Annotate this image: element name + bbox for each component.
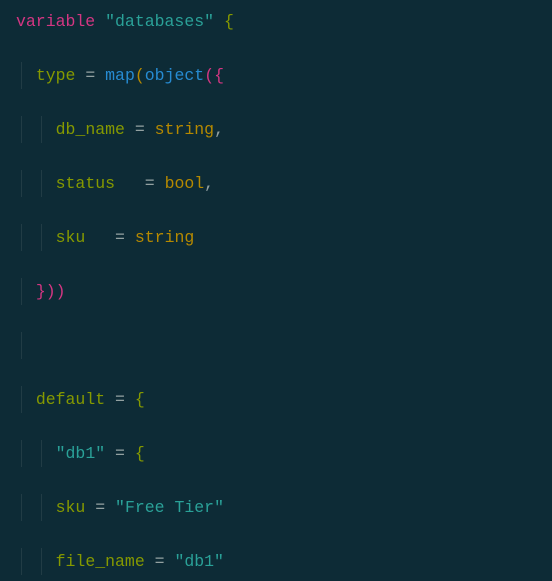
close-brace-paren: })) xyxy=(36,282,66,301)
code-line[interactable]: variable "databases" { xyxy=(16,8,552,35)
attr-status: status xyxy=(56,174,115,193)
attr-type: type xyxy=(36,66,76,85)
type-bool: bool xyxy=(165,174,205,193)
comma: , xyxy=(214,120,224,139)
attr-file-name: file_name xyxy=(56,552,145,571)
variable-name: "databases" xyxy=(105,12,214,31)
attr-sku: sku xyxy=(56,228,86,247)
code-line[interactable]: "db1" = { xyxy=(16,440,552,467)
attr-db-name: db_name xyxy=(56,120,125,139)
equals: = xyxy=(85,66,95,85)
code-editor[interactable]: variable "databases" { type = map(object… xyxy=(0,0,552,581)
paren-open: ( xyxy=(204,66,214,85)
comma: , xyxy=(204,174,214,193)
paren-open: ( xyxy=(135,66,145,85)
equals: = xyxy=(115,390,125,409)
type-string: string xyxy=(135,228,194,247)
value-db1: "db1" xyxy=(174,552,224,571)
brace-open: { xyxy=(224,12,234,31)
equals: = xyxy=(115,228,125,247)
brace-open: { xyxy=(135,390,145,409)
equals: = xyxy=(155,552,165,571)
attr-default: default xyxy=(36,390,105,409)
equals: = xyxy=(115,444,125,463)
code-line[interactable] xyxy=(16,332,552,359)
equals: = xyxy=(145,174,155,193)
map-key-db1: "db1" xyxy=(56,444,106,463)
value-free-tier: "Free Tier" xyxy=(115,498,224,517)
brace-open: { xyxy=(214,66,224,85)
code-line[interactable]: file_name = "db1" xyxy=(16,548,552,575)
fn-object: object xyxy=(145,66,204,85)
type-string: string xyxy=(155,120,214,139)
code-line[interactable]: db_name = string, xyxy=(16,116,552,143)
code-line[interactable]: sku = "Free Tier" xyxy=(16,494,552,521)
code-line[interactable]: type = map(object({ xyxy=(16,62,552,89)
code-line[interactable]: sku = string xyxy=(16,224,552,251)
code-line[interactable]: })) xyxy=(16,278,552,305)
attr-sku: sku xyxy=(56,498,86,517)
code-line[interactable]: default = { xyxy=(16,386,552,413)
fn-map: map xyxy=(105,66,135,85)
brace-open: { xyxy=(135,444,145,463)
equals: = xyxy=(135,120,145,139)
equals: = xyxy=(95,498,105,517)
keyword-variable: variable xyxy=(16,12,95,31)
code-line[interactable]: status = bool, xyxy=(16,170,552,197)
